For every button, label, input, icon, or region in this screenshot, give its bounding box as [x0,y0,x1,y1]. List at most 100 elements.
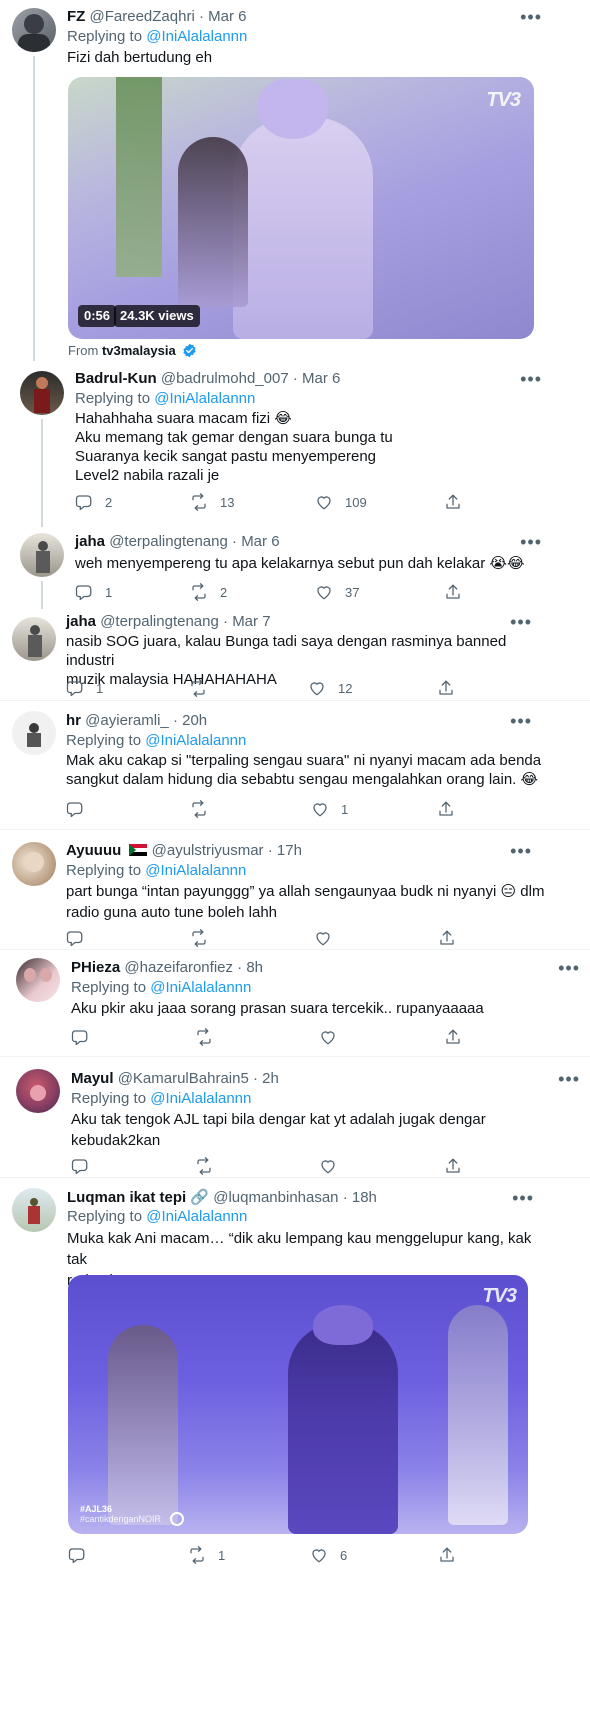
display-name[interactable]: Badrul-Kun [75,370,157,387]
more-options-icon[interactable]: ••• [510,613,532,631]
display-name[interactable]: jaha [66,613,96,630]
more-options-icon[interactable]: ••• [558,959,580,977]
like-button[interactable]: 1 [311,800,348,818]
timestamp[interactable]: 8h [246,959,263,976]
display-name[interactable]: Ayuuuu [66,842,121,859]
reply-button[interactable]: 1 [75,583,112,601]
handle[interactable]: @KamarulBahrain5 [118,1070,249,1087]
reply-button[interactable] [66,800,96,818]
like-button[interactable]: 12 [308,679,352,697]
display-name[interactable]: Mayul [71,1070,114,1087]
more-options-icon[interactable]: ••• [520,370,542,388]
retweet-button[interactable] [189,679,219,697]
mention-link[interactable]: @IniAlalalannn [145,732,246,749]
more-options-icon[interactable]: ••• [510,712,532,730]
like-button[interactable] [319,1157,349,1175]
timestamp[interactable]: Mar 6 [208,8,246,25]
timestamp[interactable]: Mar 6 [241,533,279,550]
handle[interactable]: @FareedZaqhri [90,8,195,25]
retweet-button[interactable] [195,1157,225,1175]
timestamp[interactable]: Mar 7 [232,613,270,630]
share-button[interactable] [437,800,455,818]
tweet[interactable]: jaha @terpalingtenang · Mar 6 ••• weh me… [0,523,590,609]
reply-button[interactable] [71,1157,101,1175]
like-button[interactable]: 109 [315,493,367,511]
avatar[interactable] [12,711,56,755]
mention-link[interactable]: @IniAlalalannn [150,979,251,996]
display-name[interactable]: hr [66,712,81,729]
avatar[interactable] [20,371,64,415]
avatar[interactable] [16,958,60,1002]
reply-button[interactable] [66,929,96,947]
timestamp[interactable]: 20h [182,712,207,729]
more-options-icon[interactable]: ••• [512,1189,534,1207]
retweet-button[interactable]: 13 [190,493,234,511]
share-button[interactable] [444,583,462,601]
video-player[interactable]: TV3 #AJL36 #cantikdenganNOIR [68,1275,528,1534]
handle[interactable]: @ayulstriyusmar [152,842,264,859]
handle[interactable]: @badrulmohd_007 [161,370,289,387]
like-button[interactable] [319,1028,349,1046]
reply-button[interactable] [68,1546,98,1564]
more-options-icon[interactable]: ••• [520,533,542,551]
tweet[interactable]: Badrul-Kun @badrulmohd_007 · Mar 6 ••• R… [0,365,590,527]
handle[interactable]: @luqmanbinhasan [213,1189,338,1206]
display-name[interactable]: jaha [75,533,105,550]
mention-link[interactable]: @IniAlalalannn [146,28,247,45]
link-emoji: 🔗 [190,1189,210,1206]
tweet[interactable]: Luqman ikat tepi 🔗 @luqmanbinhasan · 18h… [0,1178,590,1713]
like-button[interactable]: 37 [315,583,359,601]
avatar[interactable] [12,1188,56,1232]
reply-button[interactable] [71,1028,101,1046]
avatar[interactable] [16,1069,60,1113]
timestamp[interactable]: 17h [277,842,302,859]
source-link[interactable]: tv3malaysia [102,343,176,358]
tweet[interactable]: FZ @FareedZaqhri · Mar 6 ••• Replying to… [0,0,590,365]
mention-link[interactable]: @IniAlalalannn [146,1208,247,1225]
play-indicator[interactable] [170,1512,184,1526]
retweet-button[interactable] [195,1028,225,1046]
share-button[interactable] [444,1028,462,1046]
more-options-icon[interactable]: ••• [558,1070,580,1088]
timestamp[interactable]: Mar 6 [302,370,340,387]
tweet[interactable]: hr @ayieramli_ · 20h ••• Replying to @In… [0,701,590,830]
tweet[interactable]: PHieza @hazeifaronfiez · 8h ••• Replying… [0,950,590,1057]
mention-link[interactable]: @IniAlalalannn [145,862,246,879]
more-options-icon[interactable]: ••• [520,8,542,26]
more-options-icon[interactable]: ••• [510,842,532,860]
action-bar [66,929,466,951]
share-button[interactable] [444,1157,462,1175]
tweet[interactable]: jaha @terpalingtenang · Mar 7 ••• nasib … [0,609,590,701]
retweet-button[interactable]: 2 [190,583,227,601]
avatar[interactable] [20,533,64,577]
display-name[interactable]: PHieza [71,959,120,976]
like-button[interactable]: 6 [310,1546,347,1564]
handle[interactable]: @hazeifaronfiez [124,959,233,976]
reply-button[interactable]: 1 [66,679,103,697]
share-button[interactable] [437,679,455,697]
tweet[interactable]: Ayuuuu @ayulstriyusmar · 17h ••• Replyin… [0,830,590,950]
reply-button[interactable]: 2 [75,493,112,511]
avatar[interactable] [12,842,56,886]
display-name[interactable]: FZ [67,8,85,25]
handle[interactable]: @terpalingtenang [100,613,219,630]
retweet-button[interactable] [190,929,220,947]
share-button[interactable] [444,493,462,511]
share-button[interactable] [438,1546,456,1564]
like-button[interactable] [314,929,344,947]
video-player[interactable]: TV3 0:56 24.3K views [68,77,534,339]
tweet[interactable]: Mayul @KamarulBahrain5 · 2h ••• Replying… [0,1057,590,1178]
timestamp[interactable]: 2h [262,1070,279,1087]
handle[interactable]: @terpalingtenang [109,533,228,550]
display-name[interactable]: Luqman ikat tepi [67,1189,186,1206]
tweet-text: Mak aku cakap si "terpaling sengau suara… [66,752,542,788]
avatar[interactable] [12,617,56,661]
share-button[interactable] [438,929,456,947]
timestamp[interactable]: 18h [352,1189,377,1206]
avatar[interactable] [12,8,56,52]
mention-link[interactable]: @IniAlalalannn [150,1090,251,1107]
retweet-button[interactable]: 1 [188,1546,225,1564]
mention-link[interactable]: @IniAlalalannn [154,390,255,407]
retweet-button[interactable] [190,800,220,818]
handle[interactable]: @ayieramli_ [85,712,169,729]
